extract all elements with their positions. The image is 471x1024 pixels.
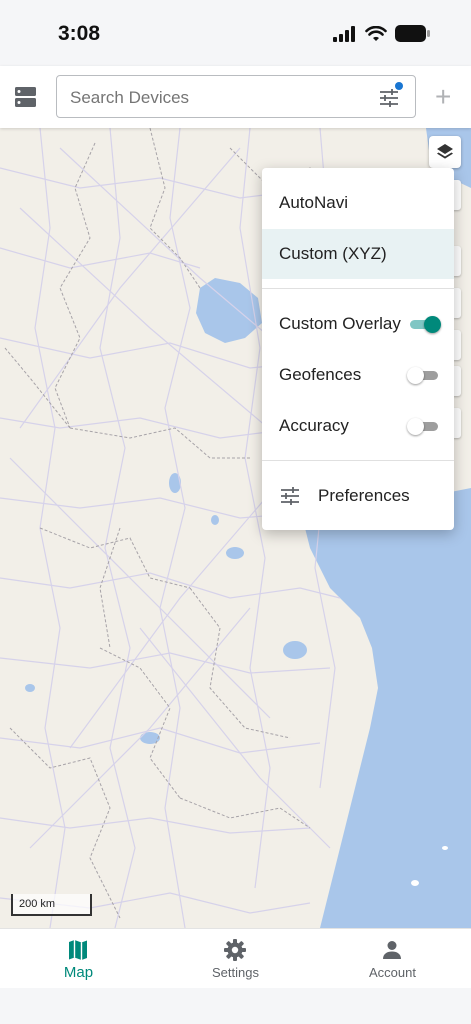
menu-divider <box>262 460 454 461</box>
layers-button[interactable] <box>429 136 461 168</box>
menu-item-preferences[interactable]: Preferences <box>262 471 454 521</box>
toggle-knob <box>407 418 424 435</box>
nav-label: Map <box>63 964 94 981</box>
search-box <box>56 75 416 118</box>
person-icon <box>383 941 401 959</box>
top-toolbar: + <box>0 66 471 128</box>
status-time: 3:08 <box>58 22 101 45</box>
status-icons <box>333 25 431 42</box>
menu-item-custom-overlay[interactable]: Custom Overlay <box>262 299 454 349</box>
layer-menu: AutoNavi Custom (XYZ) Custom Overlay Geo… <box>262 168 454 530</box>
menu-item-label: Accuracy <box>279 416 349 435</box>
tune-icon <box>281 487 299 505</box>
nav-item-map[interactable]: Map <box>0 929 157 989</box>
menu-item-label: Geofences <box>279 365 362 384</box>
nav-label: Account <box>369 965 416 980</box>
menu-divider <box>262 288 454 289</box>
filter-active-badge <box>395 82 403 90</box>
filter-icon[interactable] <box>379 88 399 108</box>
add-device-button[interactable]: + <box>435 83 451 111</box>
geofences-toggle[interactable] <box>407 367 438 384</box>
preferences-label: Preferences <box>318 486 410 505</box>
search-input[interactable] <box>70 88 360 108</box>
menu-item-accuracy[interactable]: Accuracy <box>262 401 454 451</box>
menu-item-label: AutoNavi <box>279 193 348 212</box>
bottom-nav: Map Settings Account <box>0 928 471 988</box>
accuracy-toggle[interactable] <box>407 418 438 435</box>
menu-item-autonavi[interactable]: AutoNavi <box>262 178 454 228</box>
home-indicator-area <box>0 988 471 1024</box>
custom-overlay-toggle[interactable] <box>410 316 441 333</box>
scale-bar: 200 km <box>11 894 92 916</box>
nav-item-account[interactable]: Account <box>314 929 471 989</box>
menu-item-custom-xyz[interactable]: Custom (XYZ) <box>262 229 454 279</box>
nav-label: Settings <box>212 965 259 980</box>
toggle-knob <box>407 367 424 384</box>
nav-item-settings[interactable]: Settings <box>157 929 314 989</box>
menu-item-label: Custom (XYZ) <box>279 244 387 263</box>
gear-icon <box>224 939 246 961</box>
menu-item-label: Custom Overlay <box>279 314 401 333</box>
device-list-icon[interactable] <box>13 84 39 110</box>
wifi-icon <box>365 25 387 41</box>
battery-icon <box>395 25 430 42</box>
map-icon <box>69 940 87 960</box>
layers-icon <box>437 144 453 159</box>
cellular-signal-icon <box>333 25 355 42</box>
toggle-knob <box>424 316 441 333</box>
menu-item-geofences[interactable]: Geofences <box>262 350 454 400</box>
status-bar: 3:08 <box>0 0 471 66</box>
